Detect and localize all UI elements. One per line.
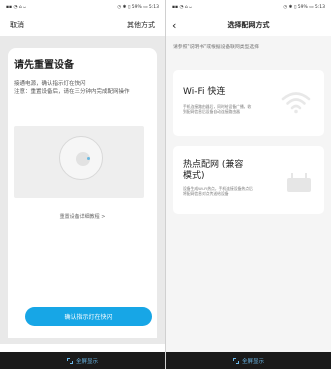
other-method-button[interactable]: 其他方式 xyxy=(127,20,155,30)
status-bar: ▪▪ ◔ ⌂ ᴗ ◷ ✱ ▯ 59% ▭ 5:13 xyxy=(0,0,165,14)
network-mode-header: ‹ 选择配网方式 xyxy=(166,14,331,36)
device-illustration xyxy=(14,126,144,198)
back-icon[interactable]: ‹ xyxy=(172,20,176,31)
hotspot-mode-title: 热点配网 (兼容 模式) xyxy=(183,160,243,182)
hotspot-mode-card[interactable]: 热点配网 (兼容 模式) 设备生成Wi-Fi热点，手机连接设备热点后将配网信息对… xyxy=(173,146,324,214)
status-right: ◷ ✱ ▯ 59% ▭ 5:13 xyxy=(117,4,159,10)
screenshot-root: ▪▪ ◔ ⌂ ᴗ ◷ ✱ ▯ 59% ▭ 5:13 取消 其他方式 请先重置设备… xyxy=(0,0,331,369)
reset-desc-line2: 注意：重置设备后，请在三分钟内完成配网操作 xyxy=(14,89,130,95)
reset-tutorial-link[interactable]: 重置设备详细教程 > xyxy=(0,213,165,220)
cancel-button[interactable]: 取消 xyxy=(10,20,24,30)
page-title: 选择配网方式 xyxy=(227,21,270,29)
status-left: ▪▪ ◔ ⌂ ᴗ xyxy=(6,4,26,10)
status-right: ◷ ✱ ▯ 59% ▭ 5:13 xyxy=(283,4,325,10)
reset-header: 取消 其他方式 xyxy=(0,14,165,36)
router-icon xyxy=(287,173,311,192)
fullscreen-bar[interactable]: 全屏显示 xyxy=(0,352,165,369)
fullscreen-icon xyxy=(232,357,239,364)
selection-hint: 请参照"说明书"或根据设备联网类型选择 xyxy=(173,45,259,50)
confirm-flashing-button[interactable]: 确认指示灯在快闪 xyxy=(25,307,152,326)
hotspot-title-line2: 模式) xyxy=(183,171,205,181)
fullscreen-label: 全屏显示 xyxy=(75,358,98,365)
wifi-quick-connect-desc: 手机连接路由器后，同时给设备广播，收到配网信息后设备自动连接路由器 xyxy=(183,104,252,115)
hotspot-title-line1: 热点配网 (兼容 xyxy=(183,160,244,170)
reset-description: 接通电源，确认指示灯在快闪 注意：重置设备后，请在三分钟内完成配网操作 xyxy=(14,80,142,96)
indicator-light xyxy=(87,157,90,160)
wifi-quick-connect-card[interactable]: Wi-Fi 快连 手机连接路由器后，同时给设备广播，收到配网信息后设备自动连接路… xyxy=(173,70,324,136)
status-left: ▪▪ ◔ ⌂ ᴗ xyxy=(172,4,192,10)
wifi-icon xyxy=(281,92,311,114)
wifi-quick-connect-title: Wi-Fi 快连 xyxy=(183,87,226,97)
fullscreen-bar[interactable]: 全屏显示 xyxy=(166,352,331,369)
left-phone-screen: ▪▪ ◔ ⌂ ᴗ ◷ ✱ ▯ 59% ▭ 5:13 取消 其他方式 请先重置设备… xyxy=(0,0,165,369)
fullscreen-label: 全屏显示 xyxy=(241,358,264,365)
status-bar: ▪▪ ◔ ⌂ ᴗ ◷ ✱ ▯ 59% ▭ 5:13 xyxy=(166,0,331,14)
hotspot-mode-desc: 设备生成Wi-Fi热点，手机连接设备热点后将配网信息对点传送给设备 xyxy=(183,186,253,197)
right-phone-screen: ▪▪ ◔ ⌂ ᴗ ◷ ✱ ▯ 59% ▭ 5:13 ‹ 选择配网方式 请参照"说… xyxy=(166,0,331,369)
reset-title: 请先重置设备 xyxy=(14,60,74,71)
fullscreen-icon xyxy=(66,357,73,364)
reset-desc-line1: 接通电源，确认指示灯在快闪 xyxy=(14,81,86,87)
